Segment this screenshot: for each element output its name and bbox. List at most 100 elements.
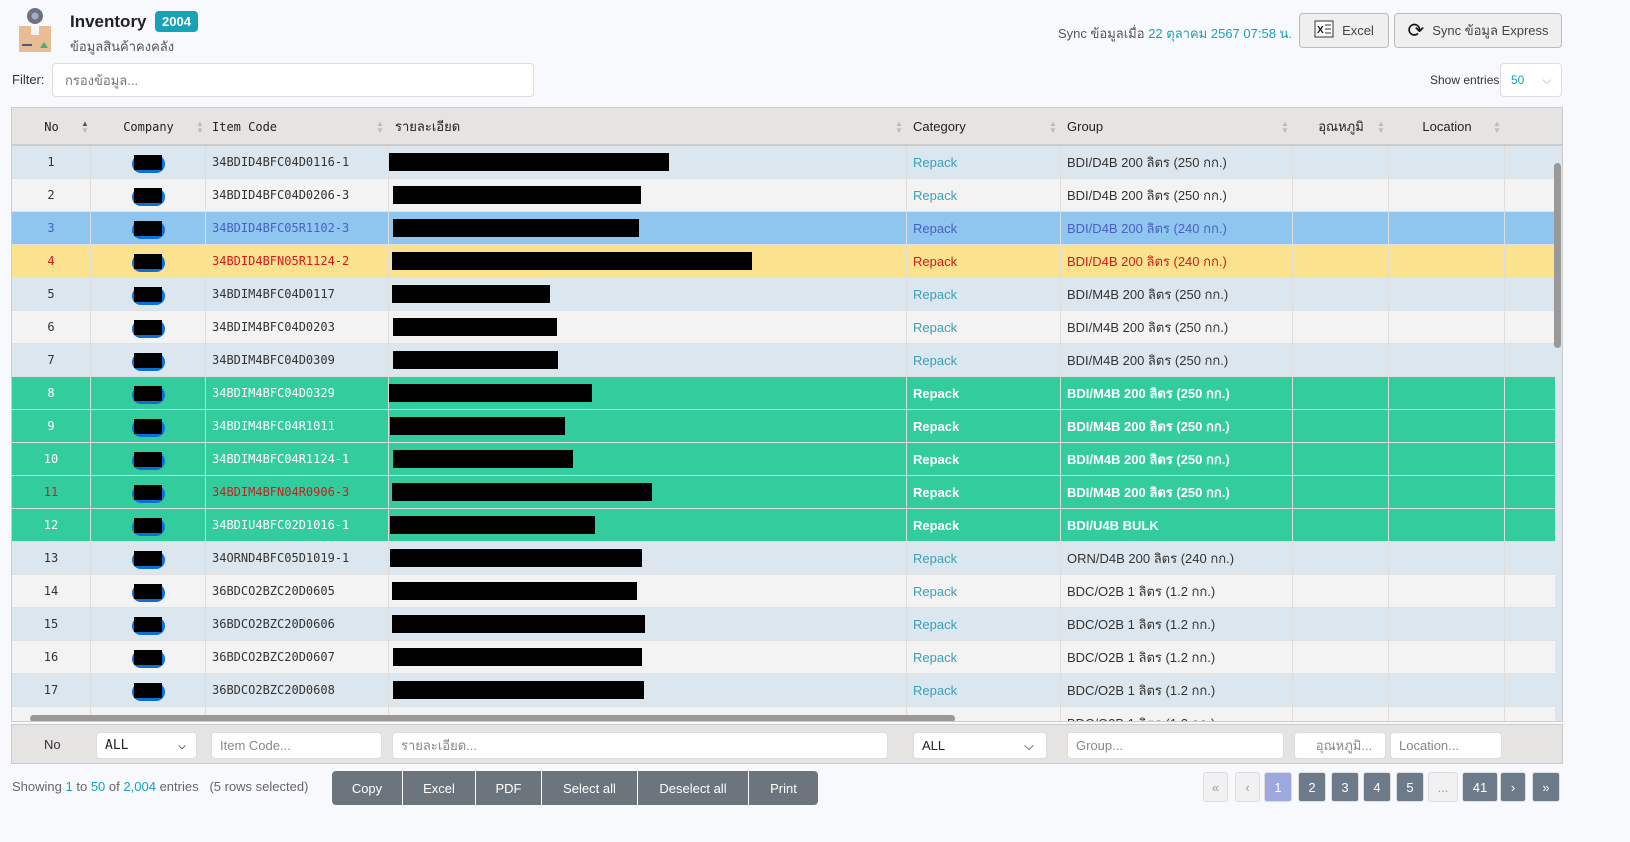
cell-item-code: 34BDIM4BFN04R0906-3: [206, 476, 389, 509]
page-button[interactable]: «: [1203, 772, 1228, 802]
cell-company: [91, 608, 206, 641]
cell-no: 5: [12, 278, 91, 311]
cell-category: Repack: [907, 476, 1061, 509]
cell-no: 11: [12, 476, 91, 509]
table-row[interactable]: 16 36BDCO2BZC20D0607 Repack BDC/O2B 1 ลิตร …: [12, 641, 1555, 674]
cell-group: BDI/M4B 200 ลิตร (250 กก.): [1061, 443, 1293, 476]
temperature-filter-input[interactable]: อุณหภูมิ...: [1294, 732, 1386, 759]
info-total: 2,004: [123, 779, 156, 794]
page-button[interactable]: 4: [1363, 772, 1391, 802]
table-row[interactable]: 17 36BDCO2BZC20D0608 Repack BDC/O2B 1 ลิตร …: [12, 674, 1555, 707]
table-row[interactable]: 13 34ORND4BFC05D1019-1 Repack ORN/D4B 200 ล…: [12, 542, 1555, 575]
column-header-company[interactable]: Company: [91, 108, 206, 146]
sort-icon[interactable]: ▲ ▼: [1281, 120, 1289, 135]
cell-group: BDI/M4B 200 ลิตร (250 กก.): [1061, 476, 1293, 509]
column-header-group[interactable]: Group: [1061, 108, 1293, 146]
sort-icon[interactable]: ▲ ▼: [1493, 120, 1501, 135]
table-row[interactable]: 10 34BDIM4BFC04R1124-1 Repack BDI/M4B 200 ล…: [12, 443, 1555, 476]
table-row[interactable]: 9 34BDIM4BFC04R1011 Repack BDI/M4B 200 ลิตร…: [12, 410, 1555, 443]
sync-status: Sync ข้อมูลเมื่อ 22 ตุลาคม 2567 07:58 น.: [1058, 23, 1292, 44]
table-row[interactable]: 8 34BDIM4BFC04D0329 Repack BDI/M4B 200 ลิตร…: [12, 377, 1555, 410]
copy-button[interactable]: Copy: [332, 771, 402, 805]
redacted-description: [392, 483, 652, 501]
sort-icon[interactable]: ▲ ▼: [1377, 120, 1385, 135]
excel-export-button[interactable]: X Excel: [1299, 13, 1389, 48]
select-all-button[interactable]: Select all: [542, 771, 637, 805]
cell-temperature: [1293, 377, 1389, 410]
table-row[interactable]: 6 34BDIM4BFC04D0203 Repack BDI/M4B 200 ลิตร…: [12, 311, 1555, 344]
column-header-location[interactable]: Location: [1389, 108, 1505, 146]
page-title: Inventory: [70, 12, 147, 31]
filter-input[interactable]: [52, 63, 534, 97]
cell-no: 17: [12, 674, 91, 707]
cell-company: [91, 443, 206, 476]
table-row[interactable]: 15 36BDCO2BZC20D0606 Repack BDC/O2B 1 ลิตร …: [12, 608, 1555, 641]
company-badge: [132, 485, 165, 503]
deselect-all-button[interactable]: Deselect all: [638, 771, 748, 805]
excel-button-label: Excel: [1342, 23, 1374, 38]
cell-category: Repack: [907, 311, 1061, 344]
cell-location: [1389, 443, 1505, 476]
column-header-description[interactable]: รายละเอียด: [389, 108, 907, 146]
item-code-filter-input[interactable]: Item Code...: [211, 732, 382, 759]
show-entries-select[interactable]: 50 ⌵: [1500, 63, 1562, 97]
sort-icon[interactable]: ▲ ▼: [895, 120, 903, 135]
table-row[interactable]: 12 34BDIU4BFC02D1016-1 Repack BDI/U4B BULK: [12, 509, 1555, 542]
table-row[interactable]: 3 34BDID4BFC05R1102-3 Repack BDI/D4B 200 ลิ…: [12, 212, 1555, 245]
cell-location: [1389, 377, 1505, 410]
pdf-button[interactable]: PDF: [476, 771, 541, 805]
page-button[interactable]: 5: [1396, 772, 1424, 802]
page-button[interactable]: 3: [1331, 772, 1359, 802]
table-row[interactable]: 1 34BDID4BFC04D0116-1 Repack BDI/D4B 200 ลิ…: [12, 146, 1555, 179]
info-text: of: [108, 779, 120, 794]
cell-item-code: 34BDIM4BFC04D0117: [206, 278, 389, 311]
cell-group: BDC/O2B 1 ลิตร (1.2 กก.): [1061, 608, 1293, 641]
table-row[interactable]: 11 34BDIM4BFN04R0906-3 Repack BDI/M4B 200 ล…: [12, 476, 1555, 509]
column-header-item-code[interactable]: Item Code: [206, 108, 389, 146]
cell-temperature: [1293, 608, 1389, 641]
cell-item-code: 34BDID4BFC04D0116-1: [206, 146, 389, 179]
column-header-temperature[interactable]: อุณหภูมิ: [1293, 108, 1389, 146]
redacted-description: [393, 648, 642, 666]
page-button[interactable]: 41: [1462, 772, 1498, 802]
location-filter-input[interactable]: Location...: [1390, 732, 1502, 759]
table-row[interactable]: 14 36BDCO2BZC20D0605 Repack BDC/O2B 1 ลิตร …: [12, 575, 1555, 608]
page-button[interactable]: ...: [1428, 772, 1458, 802]
page-button[interactable]: »: [1532, 772, 1560, 802]
vertical-scrollbar[interactable]: [1554, 163, 1561, 348]
redaction: [134, 650, 162, 665]
page-button[interactable]: 1: [1264, 772, 1292, 802]
redaction: [134, 254, 162, 269]
description-filter-input[interactable]: รายละเอียด...: [392, 732, 888, 759]
print-button[interactable]: Print: [749, 771, 818, 805]
table-row[interactable]: 7 34BDIM4BFC04D0309 Repack BDI/M4B 200 ลิตร…: [12, 344, 1555, 377]
redacted-description: [389, 384, 592, 402]
cell-no: 2: [12, 179, 91, 212]
horizontal-scrollbar[interactable]: [30, 715, 955, 721]
category-filter-value: ALL: [922, 738, 946, 753]
sort-icon[interactable]: ▲ ▼: [196, 120, 204, 135]
excel-button[interactable]: Excel: [403, 771, 475, 805]
sort-icon[interactable]: ▲ ▼: [1049, 120, 1057, 135]
sort-icon[interactable]: ▲ ▼: [376, 120, 384, 135]
category-filter-select[interactable]: ALL ⌵: [913, 732, 1047, 759]
sort-icon[interactable]: ▲ ▼: [81, 120, 89, 135]
page-button[interactable]: ›: [1500, 772, 1526, 802]
cell-no: 15: [12, 608, 91, 641]
company-filter-select[interactable]: ALL ⌵: [96, 732, 197, 759]
table-row[interactable]: 5 34BDIM4BFC04D0117 Repack BDI/M4B 200 ลิตร…: [12, 278, 1555, 311]
sync-express-button[interactable]: ⟳ Sync ข้อมูล Express: [1394, 13, 1562, 48]
cell-category: Repack: [907, 641, 1061, 674]
column-header-no[interactable]: No: [12, 108, 91, 146]
cell-temperature: [1293, 344, 1389, 377]
show-entries-label: Show entries:: [1430, 73, 1503, 87]
table-row[interactable]: 2 34BDID4BFC04D0206-3 Repack BDI/D4B 200 ลิ…: [12, 179, 1555, 212]
cell-temperature: [1293, 674, 1389, 707]
page-button[interactable]: ‹: [1235, 772, 1260, 802]
group-filter-input[interactable]: Group...: [1067, 732, 1284, 759]
page-button[interactable]: 2: [1298, 772, 1326, 802]
table-row[interactable]: 4 34BDID4BFN05R1124-2 Repack BDI/D4B 200 ลิ…: [12, 245, 1555, 278]
column-header-category[interactable]: Category: [907, 108, 1061, 146]
cell-location: [1389, 311, 1505, 344]
cell-description: [389, 278, 907, 311]
